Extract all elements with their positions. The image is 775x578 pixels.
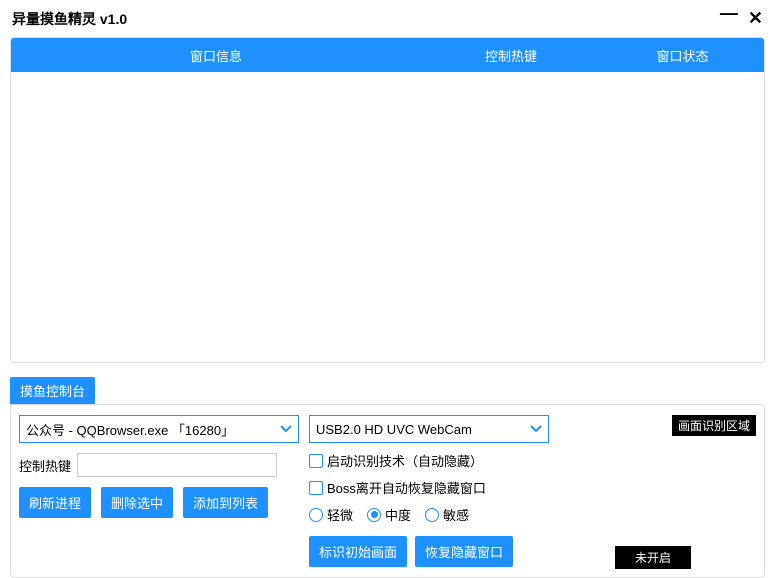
control-panel-title: 摸鱼控制台 — [10, 377, 95, 404]
radio-icon — [367, 508, 381, 522]
detection-buttons: 标识初始画面 恢复隐藏窗口 — [309, 536, 549, 567]
radio-medium[interactable]: 中度 — [367, 505, 411, 524]
detection-area-badge: 画面识别区域 — [672, 415, 756, 436]
sensitivity-radios: 轻微 中度 敏感 — [309, 505, 549, 524]
app-title: 异量摸鱼精灵 v1.0 — [12, 9, 127, 29]
delete-selected-button[interactable]: 删除选中 — [101, 487, 173, 518]
radio-icon — [309, 508, 323, 522]
radio-sensitive[interactable]: 敏感 — [425, 505, 469, 524]
left-column: 公众号 - QQBrowser.exe 「16280」 控制热键 刷新进程 删除… — [19, 415, 299, 567]
camera-select-value: USB2.0 HD UVC WebCam — [316, 422, 472, 437]
hotkey-label: 控制热键 — [19, 456, 71, 475]
hotkey-row: 控制热键 — [19, 453, 299, 477]
enable-detection-checkbox-row[interactable]: 启动识别技术（自动隐藏） — [309, 451, 549, 470]
boss-leave-checkbox-row[interactable]: Boss离开自动恢复隐藏窗口 — [309, 478, 549, 497]
col-status: 窗口状态 — [601, 46, 764, 65]
radio-icon — [425, 508, 439, 522]
col-hotkey: 控制热键 — [421, 46, 601, 65]
restore-hidden-window-button[interactable]: 恢复隐藏窗口 — [415, 536, 513, 567]
list-header: 窗口信息 控制热键 窗口状态 — [11, 38, 764, 72]
checkbox-icon — [309, 454, 323, 468]
chevron-down-icon — [530, 423, 542, 435]
boss-leave-label: Boss离开自动恢复隐藏窗口 — [327, 478, 486, 497]
mark-initial-frame-button[interactable]: 标识初始画面 — [309, 536, 407, 567]
control-panel: 公众号 - QQBrowser.exe 「16280」 控制热键 刷新进程 删除… — [10, 404, 765, 578]
middle-column: USB2.0 HD UVC WebCam 启动识别技术（自动隐藏） Boss离开… — [309, 415, 549, 567]
checkbox-icon — [309, 481, 323, 495]
enable-detection-label: 启动识别技术（自动隐藏） — [327, 451, 483, 470]
radio-light[interactable]: 轻微 — [309, 505, 353, 524]
chevron-down-icon — [280, 423, 292, 435]
close-button[interactable]: ✕ — [748, 8, 763, 29]
process-select[interactable]: 公众号 - QQBrowser.exe 「16280」 — [19, 415, 299, 443]
minimize-button[interactable]: — — [720, 8, 738, 29]
hotkey-input[interactable] — [77, 453, 277, 477]
radio-medium-label: 中度 — [385, 505, 411, 524]
col-window-info: 窗口信息 — [11, 46, 421, 65]
radio-sensitive-label: 敏感 — [443, 505, 469, 524]
process-select-value: 公众号 - QQBrowser.exe 「16280」 — [26, 420, 234, 439]
right-column: 画面识别区域 未开启 — [559, 415, 756, 567]
add-to-list-button[interactable]: 添加到列表 — [183, 487, 268, 518]
window-controls: — ✕ — [720, 8, 763, 29]
refresh-process-button[interactable]: 刷新进程 — [19, 487, 91, 518]
detection-status: 未开启 — [615, 546, 691, 569]
window-list-body[interactable] — [11, 72, 764, 362]
section-title-wrap: 摸鱼控制台 — [10, 377, 765, 404]
camera-select[interactable]: USB2.0 HD UVC WebCam — [309, 415, 549, 443]
process-buttons: 刷新进程 删除选中 添加到列表 — [19, 487, 299, 518]
radio-light-label: 轻微 — [327, 505, 353, 524]
titlebar: 异量摸鱼精灵 v1.0 — ✕ — [0, 0, 775, 37]
window-list-panel: 窗口信息 控制热键 窗口状态 — [10, 37, 765, 363]
